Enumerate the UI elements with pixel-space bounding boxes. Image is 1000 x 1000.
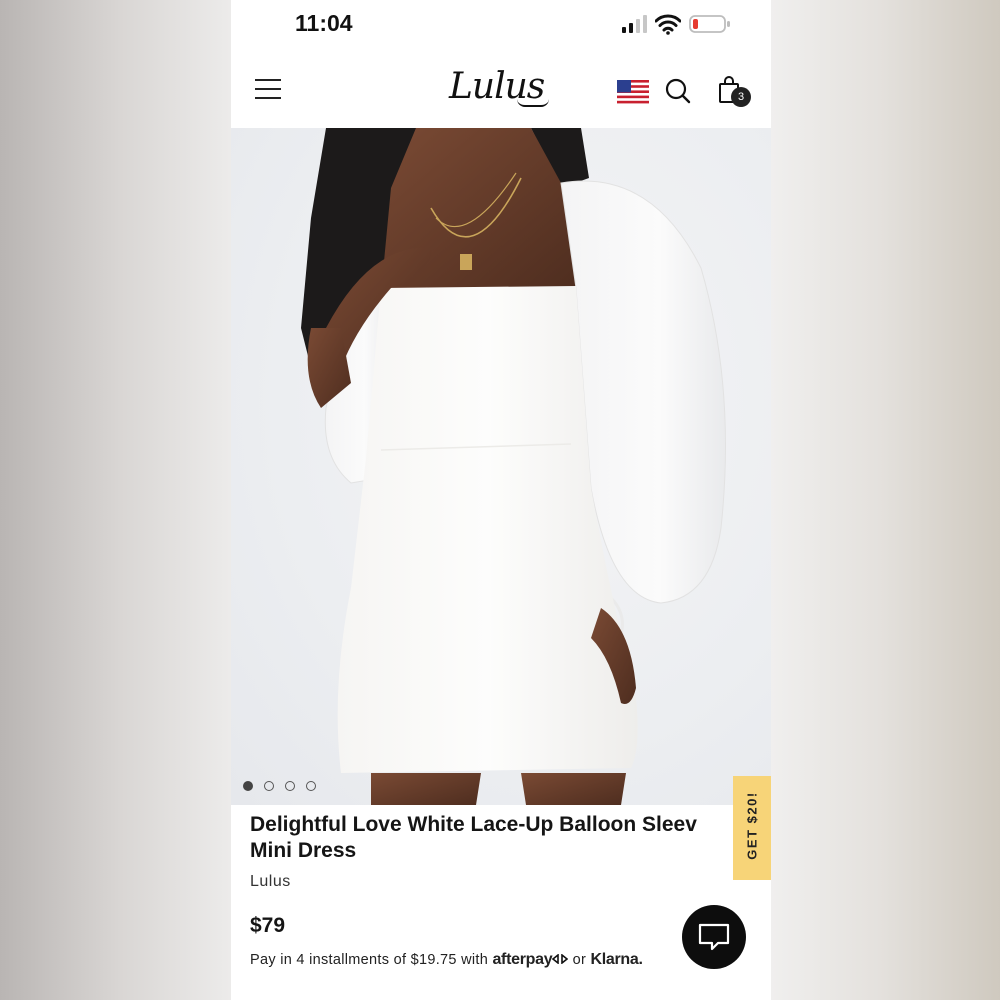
status-time: 11:04 [295,10,353,36]
carousel-dots [243,781,316,791]
search-icon[interactable] [665,78,691,104]
product-title: Delightful Love White Lace-Up Balloon Sl… [250,813,697,862]
status-bar: 11:04 [231,0,771,50]
cart-count-badge: 3 [731,87,751,107]
signal-icon [622,15,647,33]
installments-text: Pay in 4 installments of $19.75 with aft… [250,951,643,969]
or-text: or [572,952,587,968]
product-price: $79 [250,914,286,937]
chat-icon [698,923,730,951]
afterpay-logo[interactable]: afterpay [492,951,552,968]
carousel-dot[interactable] [306,781,316,791]
klarna-logo[interactable]: Klarna. [590,951,642,968]
carousel-dot[interactable] [264,781,274,791]
carousel-dot[interactable] [243,781,253,791]
site-header: Lulus 3 [231,50,771,128]
afterpay-arrows-icon [552,953,569,965]
wifi-icon [655,14,681,35]
promo-label: GET $20! [744,791,760,860]
us-flag-icon[interactable] [617,80,649,104]
dress-illustration [301,128,726,805]
menu-icon[interactable] [255,79,281,101]
battery-icon [689,15,730,33]
product-image[interactable] [231,128,771,805]
carousel-dot[interactable] [285,781,295,791]
installments-prefix: Pay in 4 installments of $19.75 with [250,952,489,968]
phone-screen: 11:04 Lulus 3 GET $20! Delightful Love W… [231,0,771,1000]
logo-swash [517,99,549,107]
product-brand[interactable]: Lulus [250,873,291,891]
chat-button[interactable] [682,905,746,969]
